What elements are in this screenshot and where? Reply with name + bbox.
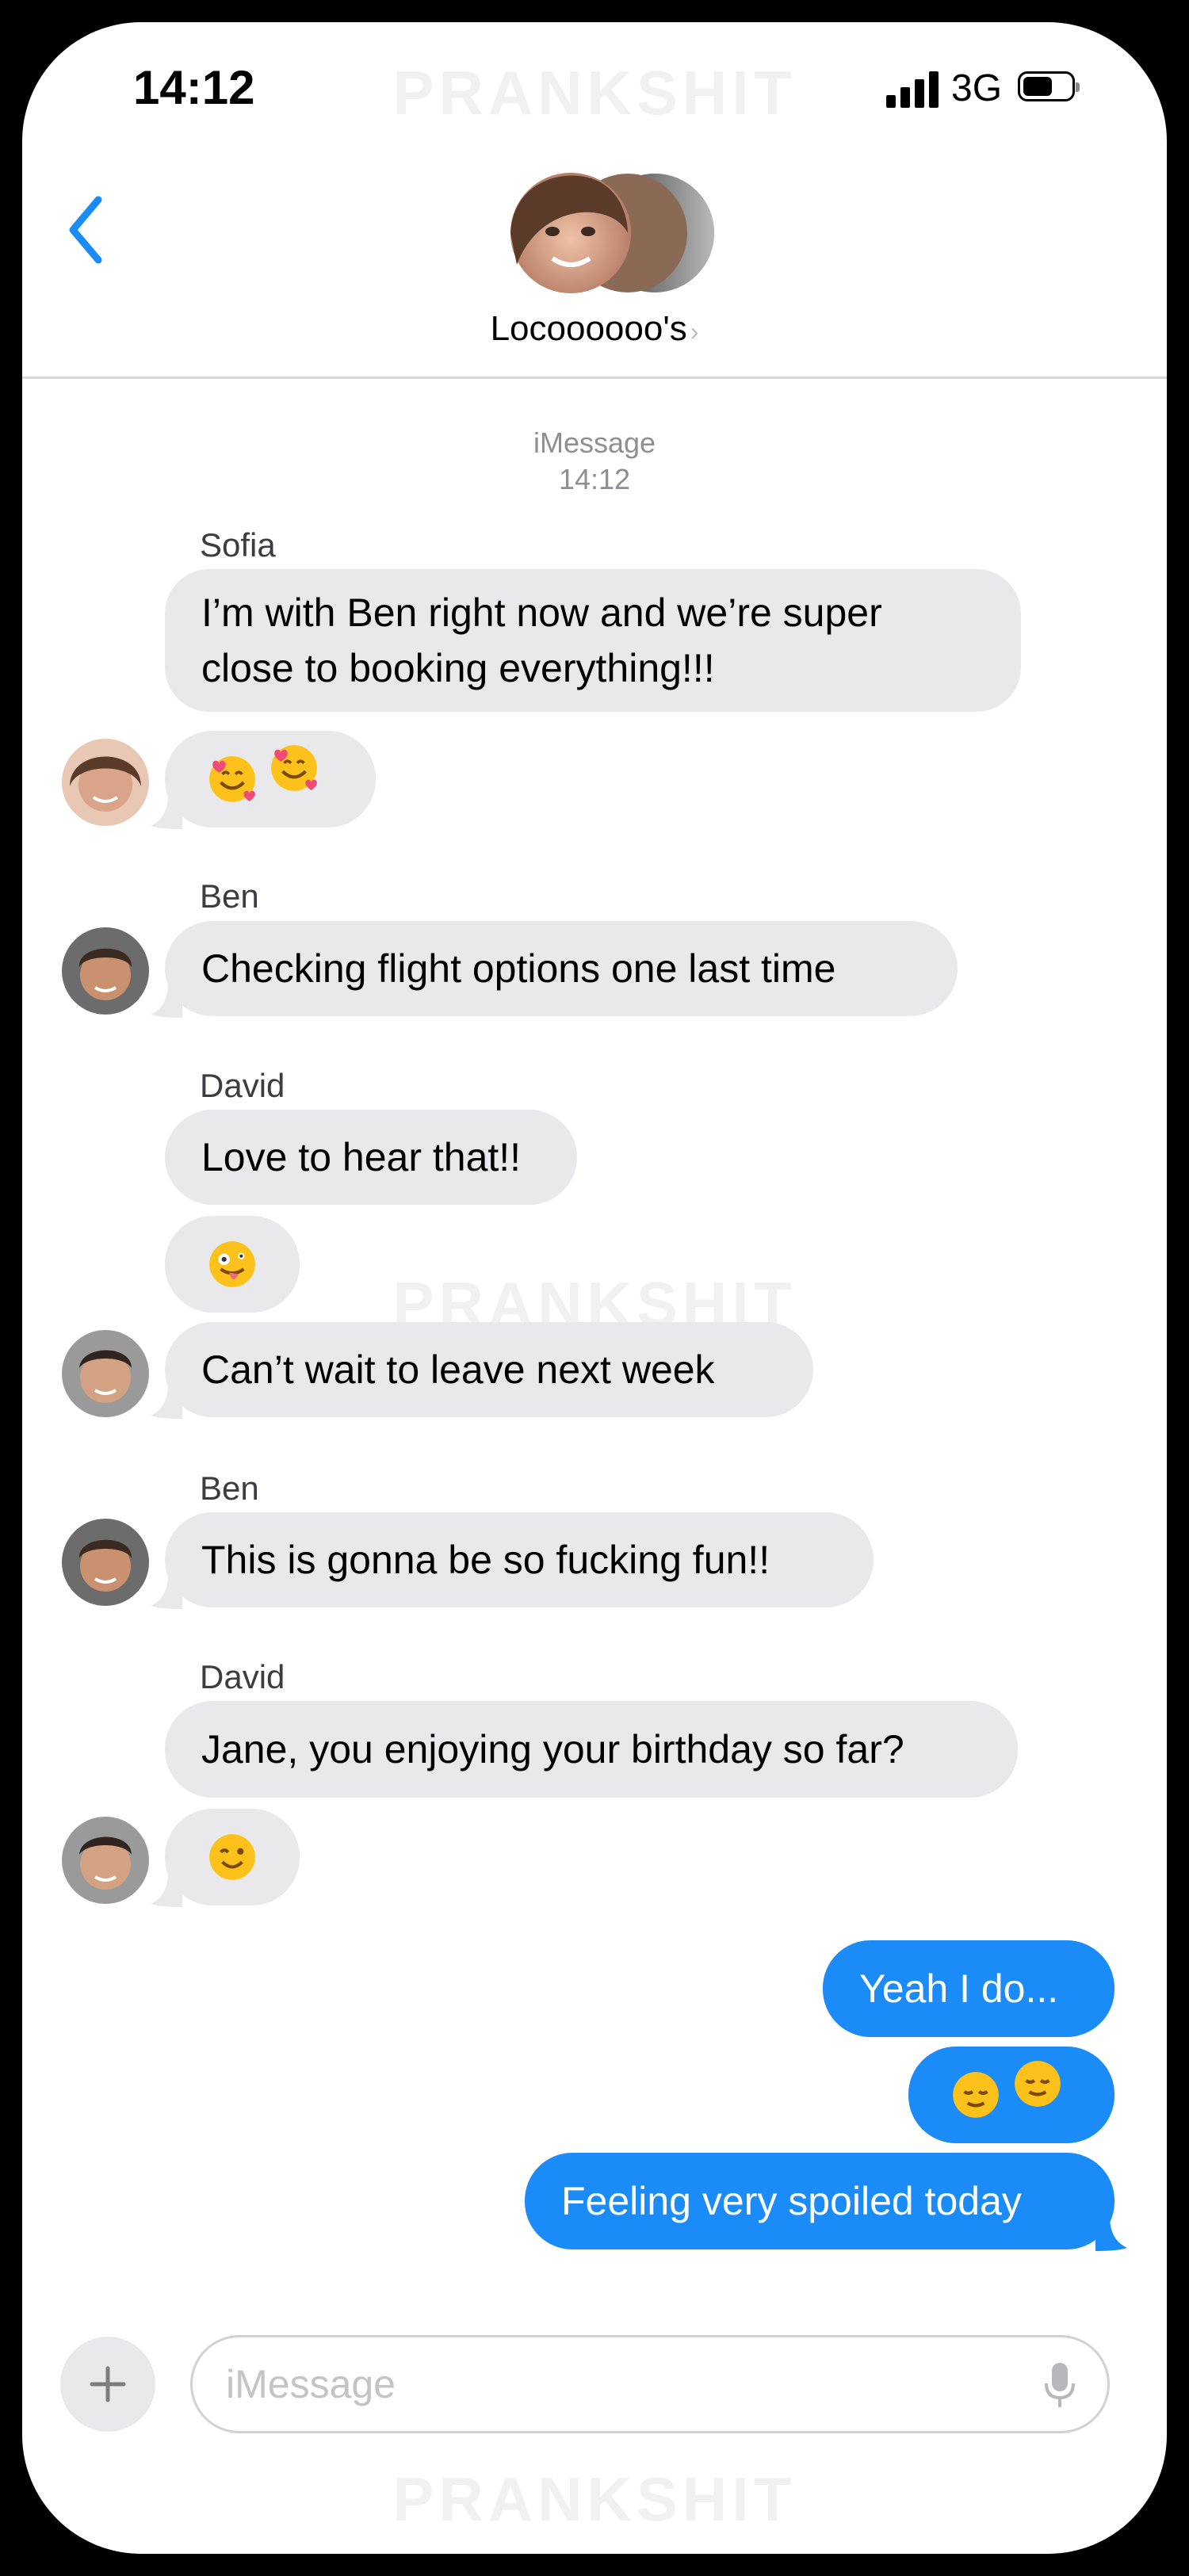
watermark: PRANKSHIT — [392, 2464, 797, 2534]
message-bubble-sent[interactable]: Yeah I do... — [823, 1940, 1114, 2037]
message-bubble[interactable]: Checking flight options one last time — [165, 921, 958, 1016]
avatar — [62, 1817, 149, 1904]
group-name-button[interactable]: Locoooooo's › — [22, 309, 1167, 349]
avatar — [62, 1330, 149, 1417]
message-input[interactable]: iMessage — [190, 2335, 1110, 2433]
group-name: Locoooooo's — [490, 309, 687, 348]
message-bubble[interactable]: Love to hear that!! — [165, 1110, 577, 1205]
bubble-tail — [151, 794, 182, 829]
smiling-face-with-hearts-icon — [271, 745, 317, 791]
sender-name: Ben — [200, 877, 259, 915]
message-bubble[interactable] — [165, 1216, 300, 1313]
zany-face-icon — [209, 1241, 255, 1287]
sender-name: Ben — [200, 1470, 259, 1507]
avatar — [62, 1519, 149, 1606]
thread-time: 14:12 — [558, 463, 631, 495]
sender-name: Sofia — [200, 526, 276, 564]
plus-icon — [90, 2366, 126, 2402]
bubble-tail — [151, 1574, 182, 1609]
relieved-face-icon — [953, 2072, 999, 2118]
microphone-icon[interactable] — [1044, 2361, 1076, 2410]
message-bubble[interactable]: I’m with Ben right now and we’re super c… — [165, 569, 1021, 712]
message-bubble[interactable]: This is gonna be so fucking fun!! — [165, 1512, 874, 1607]
sender-name: David — [200, 1658, 285, 1695]
thread-service: iMessage — [533, 426, 656, 459]
bubble-tail — [151, 1384, 182, 1419]
message-bubble-sent[interactable]: Feeling very spoiled today — [525, 2153, 1114, 2249]
chevron-right-icon: › — [690, 317, 699, 346]
signal-icon — [886, 68, 942, 108]
network-type: 3G — [951, 67, 1003, 109]
smiling-face-with-hearts-icon — [209, 756, 255, 802]
message-bubble-sent[interactable] — [908, 2047, 1114, 2143]
message-bubble[interactable]: Jane, you enjoying your birthday so far? — [165, 1701, 1018, 1798]
battery-icon — [1018, 71, 1080, 101]
avatar — [62, 927, 149, 1015]
add-button[interactable] — [60, 2337, 155, 2432]
sender-name: David — [200, 1067, 285, 1104]
phone-screen: PRANKSHIT PRANKSHIT PRANKSHIT 14:12 3G L… — [22, 22, 1167, 2554]
bubble-tail — [151, 983, 182, 1018]
message-bubble[interactable]: Can’t wait to leave next week — [165, 1322, 813, 1417]
bubble-tail — [1095, 2216, 1127, 2251]
group-avatar[interactable] — [509, 170, 715, 296]
relieved-face-icon — [1015, 2061, 1061, 2107]
message-bubble[interactable] — [165, 731, 376, 827]
winking-face-icon — [209, 1834, 255, 1880]
message-bubble[interactable] — [165, 1809, 300, 1905]
message-input-placeholder: iMessage — [226, 2362, 396, 2406]
header-divider — [22, 376, 1167, 379]
avatar — [62, 739, 149, 826]
status-time: 14:12 — [133, 61, 255, 114]
back-button[interactable] — [63, 190, 111, 269]
bubble-tail — [151, 1872, 182, 1907]
